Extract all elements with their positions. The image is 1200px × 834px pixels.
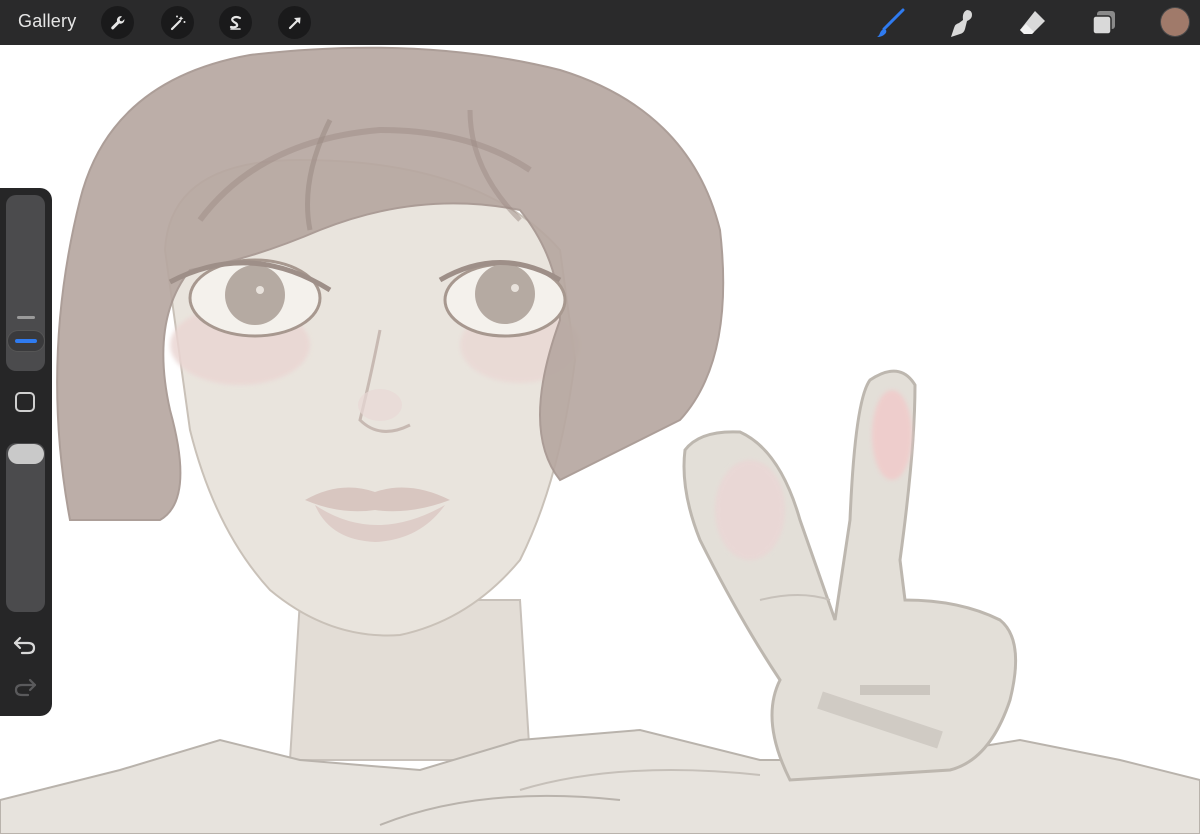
color-picker-button[interactable] (1161, 8, 1189, 36)
redo-icon[interactable] (12, 676, 38, 698)
drawing-canvas[interactable] (0, 45, 1200, 834)
gallery-button[interactable]: Gallery (18, 11, 76, 32)
smudge-icon (951, 10, 972, 37)
paint-brush-button[interactable] (873, 6, 907, 40)
smudge-button[interactable] (944, 6, 978, 40)
opacity-handle[interactable] (8, 444, 44, 464)
brush-icon (877, 8, 905, 37)
brush-size-indicator (15, 339, 37, 343)
top-toolbar: Gallery (0, 0, 1200, 45)
magic-wand-icon (170, 15, 185, 30)
selection-icon (229, 15, 241, 30)
left-sidebar (0, 188, 52, 716)
opacity-slider[interactable] (6, 443, 45, 612)
actions-button[interactable] (101, 6, 134, 39)
slider-tick (17, 316, 35, 319)
transform-arrow-icon (288, 17, 300, 29)
selection-button[interactable] (219, 6, 252, 39)
modify-button[interactable] (15, 392, 35, 412)
transform-button[interactable] (278, 6, 311, 39)
wrench-icon (110, 15, 124, 29)
undo-icon[interactable] (12, 634, 38, 656)
eraser-button[interactable] (1015, 6, 1049, 40)
eraser-icon (1020, 11, 1045, 34)
layers-icon (1092, 11, 1115, 35)
layers-button[interactable] (1087, 6, 1121, 40)
adjustments-button[interactable] (161, 6, 194, 39)
brush-size-handle[interactable] (8, 331, 44, 351)
canvas-artwork (0, 46, 1200, 834)
